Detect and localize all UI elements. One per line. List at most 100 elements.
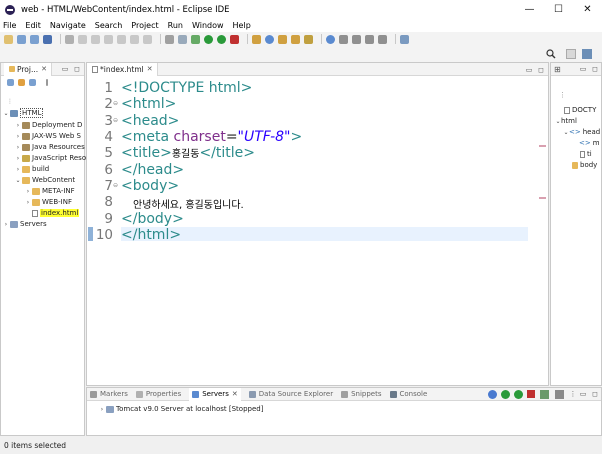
- tab-data-source-explorer[interactable]: Data Source Explorer: [248, 390, 333, 398]
- menu-search[interactable]: Search: [95, 21, 122, 30]
- overview-marker[interactable]: [539, 145, 546, 147]
- close-icon[interactable]: ✕: [232, 390, 238, 398]
- maximize-button[interactable]: ☐: [544, 0, 573, 19]
- minimize-view-icon[interactable]: ▭: [579, 390, 587, 398]
- open-type-icon[interactable]: [278, 34, 287, 44]
- menu-window[interactable]: Window: [192, 21, 224, 30]
- tree-item-webcontent[interactable]: ⌄ WebContent: [15, 175, 75, 185]
- tab-properties[interactable]: Properties: [135, 390, 181, 398]
- new-class-icon[interactable]: [265, 34, 274, 44]
- filter-icon[interactable]: [29, 78, 36, 86]
- collapse-icon[interactable]: ›: [99, 406, 105, 413]
- perspective-icon[interactable]: [566, 49, 576, 59]
- outline-item-meta[interactable]: <> m: [579, 138, 600, 148]
- outline-item-body[interactable]: body: [571, 160, 597, 170]
- java-ee-perspective-icon[interactable]: [582, 49, 592, 59]
- external-tools-icon[interactable]: [230, 34, 239, 44]
- forward-icon[interactable]: [378, 34, 387, 44]
- tree-item-index-html[interactable]: index.html: [31, 208, 80, 218]
- tab-project-explorer[interactable]: Proj... ✕: [4, 62, 53, 76]
- tree-item-build[interactable]: › build: [15, 164, 49, 174]
- outline-item-html[interactable]: ⌄ html: [555, 116, 576, 126]
- maximize-view-icon[interactable]: ◻: [73, 65, 81, 73]
- server-entry[interactable]: › Tomcat v9.0 Server at localhost [Stopp…: [99, 405, 264, 413]
- word-wrap-icon[interactable]: [165, 34, 174, 44]
- save-icon[interactable]: [17, 34, 26, 44]
- view-menu-icon[interactable]: [46, 78, 48, 86]
- code-area[interactable]: 1 2 ⊖ 3 ⊖ 4 5 6 7 ⊖ 8 9 10 <!DOCTYPE htm…: [87, 77, 548, 385]
- overview-marker[interactable]: [539, 197, 546, 199]
- collapse-icon[interactable]: ›: [15, 133, 21, 140]
- fold-icon[interactable]: ⊖: [113, 182, 118, 189]
- close-button[interactable]: ✕: [573, 0, 602, 19]
- publish-icon[interactable]: [540, 390, 549, 399]
- collapse-icon[interactable]: ›: [15, 144, 21, 151]
- tab-markers[interactable]: Markers: [90, 390, 128, 398]
- tab-console[interactable]: Console: [389, 390, 427, 398]
- back-icon[interactable]: [365, 34, 374, 44]
- tab-snippets[interactable]: Snippets: [341, 390, 382, 398]
- outline-item-title[interactable]: ti: [579, 149, 592, 159]
- search-icon[interactable]: [546, 49, 556, 59]
- menu-run[interactable]: Run: [168, 21, 183, 30]
- minimize-view-icon[interactable]: ▭: [61, 65, 69, 73]
- step-return-icon[interactable]: [143, 34, 152, 44]
- overview-ruler[interactable]: [536, 77, 548, 385]
- tree-item-meta-inf[interactable]: › META-INF: [25, 186, 75, 196]
- suspend-icon[interactable]: [91, 34, 100, 44]
- tree-item-servers[interactable]: › Servers: [3, 219, 47, 229]
- fold-icon[interactable]: ⊖: [113, 117, 118, 124]
- tree-item-deployment[interactable]: › Deployment D: [15, 120, 83, 130]
- profile-server-icon[interactable]: [514, 390, 523, 399]
- step-over-icon[interactable]: [130, 34, 139, 44]
- new-icon[interactable]: [4, 34, 13, 44]
- run-external-icon[interactable]: [217, 34, 226, 44]
- debug-icon[interactable]: [191, 34, 200, 44]
- fold-icon[interactable]: ⊖: [113, 100, 118, 107]
- start-server-icon[interactable]: [501, 390, 510, 399]
- expand-icon[interactable]: ⌄: [3, 110, 9, 117]
- collapse-icon[interactable]: ›: [15, 155, 21, 162]
- collapse-icon[interactable]: ›: [3, 221, 9, 228]
- link-editor-icon[interactable]: [18, 78, 25, 86]
- outline-icon[interactable]: ⊞: [554, 65, 561, 74]
- globe-icon[interactable]: [326, 34, 335, 44]
- minimize-view-icon[interactable]: ▭: [579, 65, 587, 73]
- menu-file[interactable]: File: [3, 21, 16, 30]
- maximize-view-icon[interactable]: ◻: [591, 65, 599, 73]
- block-select-icon[interactable]: [178, 34, 187, 44]
- collapse-icon[interactable]: ›: [25, 199, 31, 206]
- search-toolbar-icon[interactable]: [304, 34, 313, 44]
- step-into-icon[interactable]: [117, 34, 126, 44]
- outline-item-doctype[interactable]: DOCTY: [563, 105, 596, 115]
- skip-breakpoints-icon[interactable]: [65, 34, 74, 44]
- tree-item-java-resources[interactable]: › Java Resources: [15, 142, 85, 152]
- menu-navigate[interactable]: Navigate: [50, 21, 86, 30]
- save-all-icon[interactable]: [30, 34, 39, 44]
- outline-item-head[interactable]: ⌄ <> head: [563, 127, 600, 137]
- terminate-icon[interactable]: [104, 34, 113, 44]
- tree-item-javascript-resources[interactable]: › JavaScript Reso: [15, 153, 86, 163]
- collapse-icon[interactable]: ›: [25, 188, 31, 195]
- tree-item-html[interactable]: ⌄ HTML: [3, 108, 44, 118]
- tab-index-html[interactable]: *index.html ✕: [87, 62, 158, 76]
- run-icon[interactable]: [204, 34, 213, 44]
- close-icon[interactable]: ✕: [147, 65, 153, 73]
- new-java-project-icon[interactable]: [252, 34, 261, 44]
- view-menu-icon[interactable]: ⋮: [569, 390, 577, 398]
- maximize-view-icon[interactable]: ◻: [591, 390, 599, 398]
- open-perspective-icon[interactable]: [400, 34, 409, 44]
- resume-icon[interactable]: [78, 34, 87, 44]
- annotation-prev-icon[interactable]: [352, 34, 361, 44]
- menu-edit[interactable]: Edit: [25, 21, 41, 30]
- collapse-icon[interactable]: ›: [15, 122, 21, 129]
- open-task-icon[interactable]: [291, 34, 300, 44]
- tree-item-web-inf[interactable]: › WEB-INF: [25, 197, 72, 207]
- stop-server-icon[interactable]: [527, 390, 535, 398]
- collapse-icon[interactable]: ›: [15, 166, 21, 173]
- menu-project[interactable]: Project: [131, 21, 158, 30]
- maximize-view-icon[interactable]: ◻: [537, 66, 545, 74]
- disconnect-icon[interactable]: [555, 390, 564, 399]
- tree-item-jaxws[interactable]: › JAX-WS Web S: [15, 131, 81, 141]
- menu-help[interactable]: Help: [233, 21, 251, 30]
